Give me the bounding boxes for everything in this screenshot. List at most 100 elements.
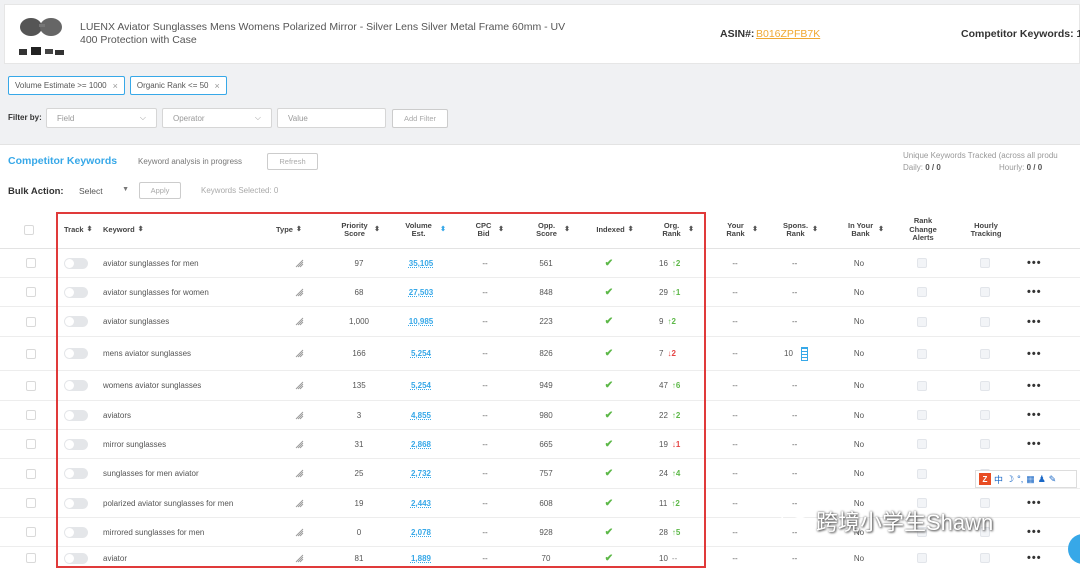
close-icon[interactable]: × xyxy=(113,81,118,91)
bulk-action-select[interactable]: Select ▼ xyxy=(79,186,129,196)
user-icon[interactable]: ♟ xyxy=(1038,474,1046,485)
select-all-checkbox[interactable] xyxy=(24,211,38,249)
rank-alert-checkbox[interactable] xyxy=(917,547,927,569)
more-options-icon[interactable]: ••• xyxy=(1027,371,1042,400)
volume-estimate-link[interactable]: 2,078 xyxy=(400,518,442,546)
in-bank: No xyxy=(853,553,865,563)
column-indexed[interactable]: Indexed ⬍ xyxy=(591,211,639,249)
column-spons-rank[interactable]: Spons. Rank ⬍ xyxy=(782,211,818,249)
more-options-icon[interactable]: ••• xyxy=(1027,430,1042,458)
volume-estimate-link[interactable]: 1,889 xyxy=(400,547,442,569)
column-type[interactable]: Type ⬍ xyxy=(276,211,302,249)
row-checkbox[interactable] xyxy=(26,249,36,277)
hourly-tracking-checkbox[interactable] xyxy=(980,547,990,569)
track-toggle[interactable] xyxy=(64,371,88,400)
type-icon xyxy=(295,430,304,458)
row-checkbox[interactable] xyxy=(26,547,36,569)
close-icon[interactable]: × xyxy=(215,81,220,91)
apply-button[interactable]: Apply xyxy=(139,182,181,199)
filter-chip-label: Volume Estimate >= 1000 xyxy=(15,81,107,90)
track-toggle[interactable] xyxy=(64,249,88,277)
more-options-icon[interactable]: ••• xyxy=(1027,337,1042,370)
more-options-icon[interactable]: ••• xyxy=(1027,489,1042,517)
row-checkbox[interactable] xyxy=(26,518,36,546)
track-toggle[interactable] xyxy=(64,547,88,569)
row-checkbox[interactable] xyxy=(26,459,36,488)
track-toggle[interactable] xyxy=(64,337,88,370)
punctuation-icon[interactable]: °, xyxy=(1017,474,1023,484)
rank-alert-checkbox[interactable] xyxy=(917,459,927,488)
volume-estimate-link[interactable]: 10,985 xyxy=(400,307,442,336)
column-opp-score[interactable]: Opp. Score ⬍ xyxy=(532,211,570,249)
track-toggle[interactable] xyxy=(64,278,88,306)
wrench-icon[interactable]: ✎ xyxy=(1049,474,1057,485)
priority-score: 81 xyxy=(354,553,364,563)
rank-alert-checkbox[interactable] xyxy=(917,337,927,370)
sponsored-chart-icon[interactable] xyxy=(800,346,808,361)
column-volume-est[interactable]: Volume Est. ⬍ xyxy=(400,211,446,249)
hourly-tracking-checkbox[interactable] xyxy=(980,337,990,370)
column-priority-score[interactable]: Priority Score ⬍ xyxy=(338,211,380,249)
more-options-icon[interactable]: ••• xyxy=(1027,518,1042,546)
track-toggle[interactable] xyxy=(64,459,88,488)
column-org-rank[interactable]: Org. Rank ⬍ xyxy=(658,211,694,249)
column-your-rank[interactable]: Your Rank ⬍ xyxy=(722,211,758,249)
volume-estimate-link[interactable]: 2,443 xyxy=(400,489,442,517)
column-keyword[interactable]: Keyword ⬍ xyxy=(103,211,144,249)
volume-estimate-link[interactable]: 2,868 xyxy=(400,430,442,458)
track-toggle[interactable] xyxy=(64,489,88,517)
track-toggle[interactable] xyxy=(64,518,88,546)
row-checkbox[interactable] xyxy=(26,278,36,306)
keyboard-icon[interactable]: ▦ xyxy=(1026,474,1035,485)
hourly-tracking-checkbox[interactable] xyxy=(980,401,990,429)
indexed-check-icon: ✔ xyxy=(604,526,614,538)
hourly-tracking-checkbox[interactable] xyxy=(980,278,990,306)
row-checkbox[interactable] xyxy=(26,337,36,370)
row-checkbox[interactable] xyxy=(26,489,36,517)
row-checkbox[interactable] xyxy=(26,371,36,400)
volume-estimate-link[interactable]: 5,254 xyxy=(400,337,442,370)
hourly-tracking-checkbox[interactable] xyxy=(980,371,990,400)
column-in-your-bank[interactable]: In Your Bank ⬍ xyxy=(846,211,884,249)
more-options-icon[interactable]: ••• xyxy=(1027,278,1042,306)
rank-alert-checkbox[interactable] xyxy=(917,249,927,277)
more-options-icon[interactable]: ••• xyxy=(1027,307,1042,336)
rank-alert-checkbox[interactable] xyxy=(917,401,927,429)
row-checkbox[interactable] xyxy=(26,430,36,458)
hourly-tracking-checkbox[interactable] xyxy=(980,249,990,277)
add-filter-button[interactable]: Add Filter xyxy=(392,109,448,128)
row-checkbox[interactable] xyxy=(26,307,36,336)
volume-estimate-link[interactable]: 35,105 xyxy=(400,249,442,277)
more-options-icon[interactable]: ••• xyxy=(1027,401,1042,429)
asin-link[interactable]: B016ZPFB7K xyxy=(756,28,820,40)
refresh-button[interactable]: Refresh xyxy=(267,153,318,170)
hourly-tracking-checkbox[interactable] xyxy=(980,430,990,458)
column-track[interactable]: Track ⬍ xyxy=(64,211,92,249)
ime-language[interactable]: 中 xyxy=(994,473,1003,486)
operator-select[interactable]: Operator ⌵ xyxy=(162,108,272,128)
row-checkbox[interactable] xyxy=(26,401,36,429)
moon-icon[interactable]: ☽ xyxy=(1006,474,1014,485)
volume-estimate-link[interactable]: 2,732 xyxy=(400,459,442,488)
volume-estimate-link[interactable]: 5,254 xyxy=(400,371,442,400)
filter-chip-volume[interactable]: Volume Estimate >= 1000 × xyxy=(8,76,125,95)
volume-estimate-link[interactable]: 4,855 xyxy=(400,401,442,429)
rank-alert-checkbox[interactable] xyxy=(917,371,927,400)
hourly-tracking-checkbox[interactable] xyxy=(980,307,990,336)
field-select[interactable]: Field ⌵ xyxy=(46,108,157,128)
more-options-icon[interactable]: ••• xyxy=(1027,249,1042,277)
track-toggle[interactable] xyxy=(64,401,88,429)
more-options-icon[interactable]: ••• xyxy=(1027,547,1042,569)
filter-chip-organic-rank[interactable]: Organic Rank <= 50 × xyxy=(129,76,227,95)
watermark: 跨境小学生Shawn xyxy=(780,505,993,537)
ime-toolbar[interactable]: Z 中 ☽ °, ▦ ♟ ✎ xyxy=(975,470,1077,488)
track-toggle[interactable] xyxy=(64,307,88,336)
volume-estimate-link[interactable]: 27,503 xyxy=(400,278,442,306)
rank-alert-checkbox[interactable] xyxy=(917,430,927,458)
spons-rank: -- xyxy=(792,317,798,326)
rank-alert-checkbox[interactable] xyxy=(917,278,927,306)
track-toggle[interactable] xyxy=(64,430,88,458)
rank-alert-checkbox[interactable] xyxy=(917,307,927,336)
value-input[interactable]: Value xyxy=(277,108,386,128)
column-cpc-bid[interactable]: CPC Bid ⬍ xyxy=(472,211,504,249)
